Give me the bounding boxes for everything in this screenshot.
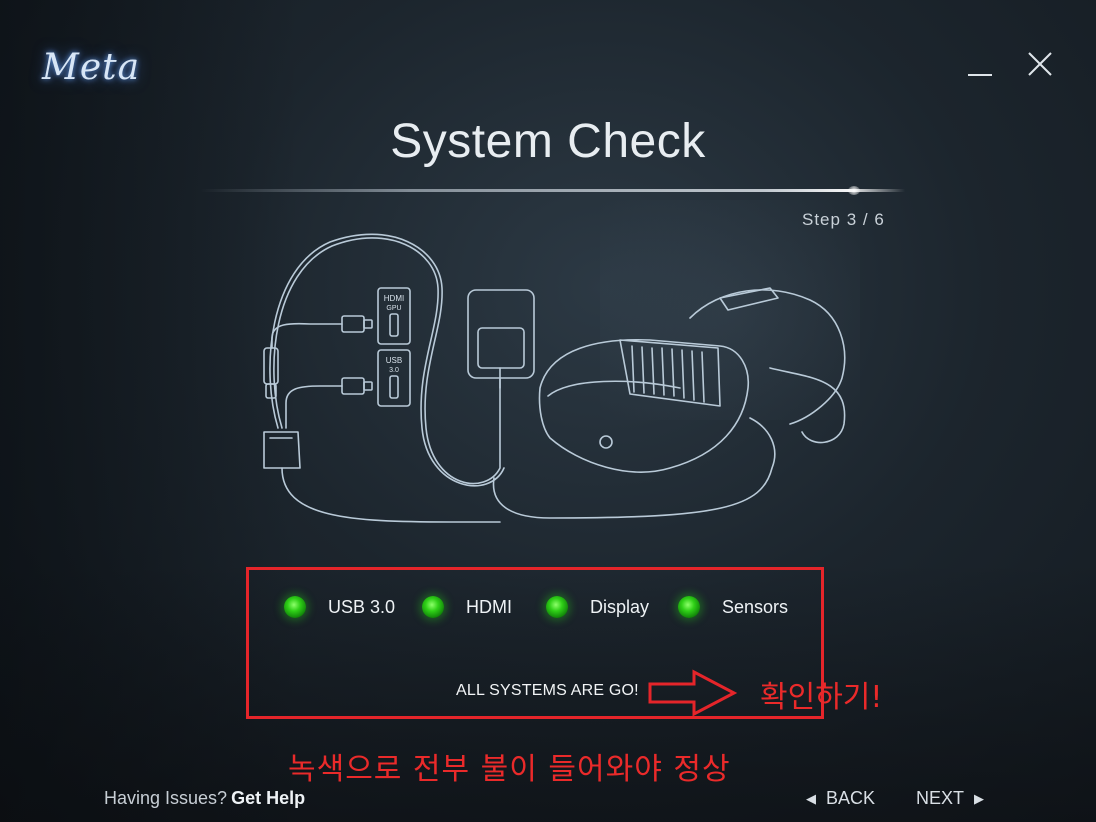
breakout-cable	[281, 467, 501, 523]
status-item-usb: USB 3.0	[284, 596, 395, 618]
minimize-button[interactable]	[966, 50, 994, 80]
status-label-sensors: Sensors	[722, 596, 789, 617]
usb-port-slot	[389, 375, 399, 399]
status-label-usb: USB 3.0	[328, 596, 396, 617]
status-item-sensors: Sensors	[678, 596, 788, 618]
annotation-arrow-icon	[648, 669, 738, 717]
headset-camera	[599, 435, 613, 449]
headset-rear-band	[769, 367, 846, 444]
meta-logo: Meta	[42, 46, 192, 90]
next-button[interactable]: NEXT ▶	[916, 788, 984, 809]
close-button[interactable]	[1026, 50, 1054, 78]
step-indicator: Step 3 / 6	[802, 210, 885, 229]
back-label: BACK	[826, 788, 876, 808]
port-label-hdmi: HDMI	[384, 294, 404, 303]
hdmi-cable	[271, 322, 343, 349]
status-label-hdmi: HDMI	[466, 596, 512, 617]
status-item-hdmi: HDMI	[422, 596, 512, 618]
headset-cable	[492, 417, 776, 519]
status-led-hdmi	[422, 596, 444, 618]
annotation-green-note: 녹색으로 전부 불이 들어와야 정상	[288, 752, 731, 787]
usb-cable	[285, 385, 343, 429]
get-help-link[interactable]: Get Help	[231, 788, 305, 808]
status-summary: ALL SYSTEMS ARE GO!	[456, 682, 639, 699]
next-label: NEXT	[916, 788, 965, 808]
logo-text: Meta	[42, 47, 141, 88]
port-label-usb-version: 3.0	[389, 367, 399, 374]
hdmi-plug	[341, 315, 365, 333]
headset-headband	[689, 289, 846, 425]
title-divider	[200, 189, 905, 192]
headset-visor-line	[547, 380, 681, 397]
help-prefix: Having Issues?	[104, 788, 228, 808]
port-label-usb: USB	[386, 356, 402, 365]
divider-glow	[848, 186, 860, 195]
close-icon	[1028, 52, 1052, 76]
usb-plug	[341, 377, 365, 395]
hdmi-plug-tip	[363, 319, 373, 329]
headset-connection-illustration: HDMI GPU USB 3.0	[263, 233, 846, 523]
power-adapter-face	[477, 327, 525, 369]
status-label-display: Display	[590, 596, 650, 617]
headset-vent-grill	[619, 339, 721, 407]
status-item-display: Display	[546, 596, 649, 618]
status-led-sensors	[678, 596, 700, 618]
back-button[interactable]: ◀ BACK	[806, 788, 875, 809]
back-triangle-icon: ◀	[806, 790, 816, 806]
headset-vent-lines	[631, 345, 705, 403]
status-led-display	[546, 596, 568, 618]
annotation-confirm-note: 확인하기!	[760, 680, 883, 715]
usb-plug-tip	[363, 381, 373, 391]
help-footer: Having Issues? Get Help	[104, 788, 305, 809]
status-led-usb	[284, 596, 306, 618]
hdmi-port-slot	[389, 313, 399, 337]
port-label-gpu: GPU	[386, 305, 401, 312]
next-triangle-icon: ▶	[974, 790, 985, 806]
page-title: System Check	[390, 115, 706, 168]
